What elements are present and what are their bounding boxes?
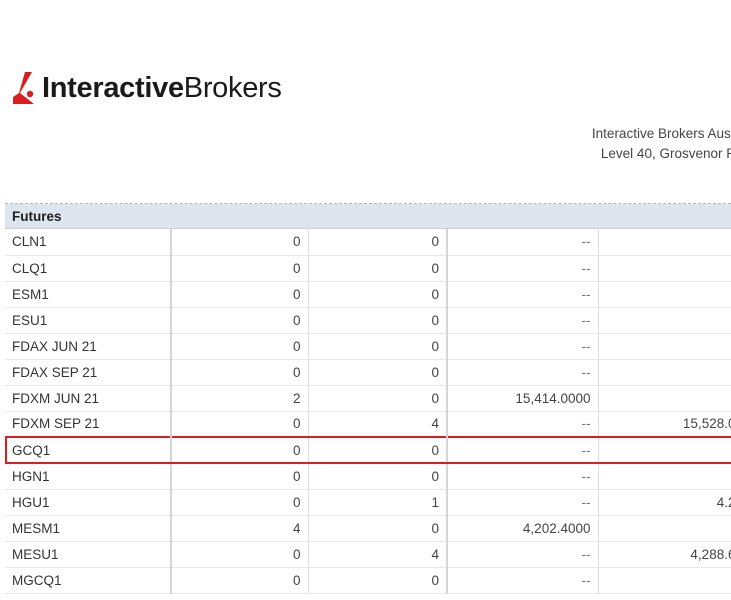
value-cell: 0	[308, 307, 448, 334]
value-cell: 4,202.4000	[447, 515, 599, 542]
symbol-cell: HGU1	[5, 489, 172, 516]
value-cell: --	[598, 567, 731, 594]
value-cell: --	[447, 255, 599, 282]
value-cell: 2	[171, 385, 309, 412]
value-cell: --	[447, 281, 599, 308]
value-cell: 0	[308, 567, 448, 594]
value-cell: 0	[171, 489, 309, 516]
symbol-cell: MESU1	[5, 541, 172, 568]
value-cell: --	[598, 515, 731, 542]
value-cell: --	[447, 333, 599, 360]
symbol-cell: FDXM JUN 21	[5, 385, 172, 412]
value-cell: 1	[308, 489, 448, 516]
value-cell: 0	[171, 411, 309, 438]
symbol-cell: FDAX SEP 21	[5, 359, 172, 386]
table-row-highlighted: GCQ100----	[5, 436, 731, 464]
value-cell: 4	[308, 411, 448, 438]
value-cell: 0	[308, 515, 448, 542]
value-cell: 0	[171, 255, 309, 282]
value-cell: 4	[171, 515, 309, 542]
value-cell: 0	[171, 281, 309, 308]
value-cell: --	[447, 541, 599, 568]
table-row: FDAX SEP 2100----	[5, 359, 731, 386]
table-row: FDAX JUN 2100----	[5, 333, 731, 360]
symbol-cell: FDAX JUN 21	[5, 333, 172, 360]
value-cell: --	[598, 463, 731, 490]
value-cell: 4	[308, 541, 448, 568]
value-cell: --	[598, 385, 731, 412]
table-row: MESM1404,202.4000--	[5, 515, 731, 542]
value-cell: 0	[171, 463, 309, 490]
symbol-cell: CLN1	[5, 229, 172, 256]
value-cell: 0	[171, 307, 309, 334]
value-cell: --	[447, 359, 599, 386]
table-row: MGCQ100----	[5, 567, 731, 594]
positions-table-section: Futures CLN100----CLQ100----ESM100----ES…	[5, 203, 731, 594]
value-cell: 15,414.0000	[447, 385, 599, 412]
table-row: HGU101--4.2895	[5, 489, 731, 516]
brand-name-bold: Interactive	[42, 71, 184, 104]
value-cell: --	[447, 411, 599, 438]
value-cell: --	[598, 333, 731, 360]
table-row: HGN100----	[5, 463, 731, 490]
table-row: ESM100----	[5, 281, 731, 308]
value-cell: --	[447, 567, 599, 594]
value-cell: 0	[308, 333, 448, 360]
brand-logo: InteractiveBrokers	[10, 64, 282, 112]
symbol-cell: CLQ1	[5, 255, 172, 282]
ib-mark-icon	[13, 72, 34, 104]
value-cell: 0	[171, 567, 309, 594]
value-cell: --	[447, 489, 599, 516]
value-cell: --	[598, 436, 731, 464]
value-cell: --	[598, 359, 731, 386]
symbol-cell: ESM1	[5, 281, 172, 308]
value-cell: --	[598, 281, 731, 308]
futures-table: CLN100----CLQ100----ESM100----ESU100----…	[5, 229, 731, 594]
value-cell: 0	[308, 281, 448, 308]
value-cell: --	[598, 229, 731, 256]
value-cell: 15,528.0000	[598, 411, 731, 438]
symbol-cell: ESU1	[5, 307, 172, 334]
value-cell: 0	[308, 229, 448, 256]
value-cell: 0	[171, 359, 309, 386]
symbol-cell: MESM1	[5, 515, 172, 542]
value-cell: 4,288.6000	[598, 541, 731, 568]
table-row: FDXM SEP 2104--15,528.0000	[5, 411, 731, 438]
value-cell: 0	[308, 463, 448, 490]
table-row: MESU104--4,288.6000	[5, 541, 731, 568]
value-cell: --	[447, 436, 599, 464]
value-cell: 0	[171, 333, 309, 360]
section-title: Futures	[12, 208, 62, 224]
statement-page: InteractiveBrokers Interactive Brokers A…	[0, 0, 731, 600]
symbol-cell: GCQ1	[5, 436, 172, 464]
symbol-cell: MGCQ1	[5, 567, 172, 594]
symbol-cell: FDXM SEP 21	[5, 411, 172, 438]
table-row: ESU100----	[5, 307, 731, 334]
value-cell: --	[447, 229, 599, 256]
value-cell: 0	[171, 436, 309, 464]
value-cell: 0	[308, 255, 448, 282]
table-row: CLQ100----	[5, 255, 731, 282]
value-cell: --	[598, 255, 731, 282]
value-cell: --	[447, 463, 599, 490]
value-cell: --	[447, 307, 599, 334]
value-cell: 4.2895	[598, 489, 731, 516]
table-row: FDXM JUN 212015,414.0000--	[5, 385, 731, 412]
value-cell: 0	[308, 385, 448, 412]
brand-name-light: Brokers	[183, 71, 282, 104]
table-row: CLN100----	[5, 229, 731, 256]
value-cell: --	[598, 307, 731, 334]
value-cell: 0	[171, 229, 309, 256]
value-cell: 0	[308, 359, 448, 386]
brand-wordmark: InteractiveBrokers	[42, 72, 282, 105]
address-line-2: Level 40, Grosvenor Place	[600, 146, 731, 161]
company-address: Interactive Brokers Australia Level 40, …	[500, 124, 731, 164]
value-cell: 0	[171, 541, 309, 568]
address-line-1: Interactive Brokers Australia	[591, 126, 731, 141]
section-header-futures: Futures	[5, 204, 731, 229]
value-cell: 0	[308, 436, 448, 464]
symbol-cell: HGN1	[5, 463, 172, 490]
